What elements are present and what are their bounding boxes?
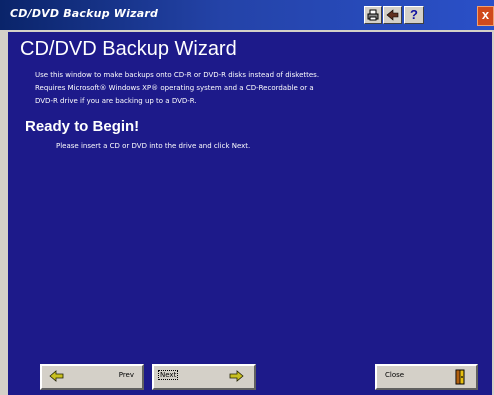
close-icon: x (481, 7, 490, 22)
prev-label: Prev (118, 371, 134, 379)
wizard-window: CD/DVD Backup Wizard ? x CD/DVD Backup W… (0, 0, 494, 395)
description-line: Requires Microsoft® Windows XP® operatin… (35, 84, 314, 92)
next-label: Next (158, 370, 179, 380)
title-bar[interactable]: CD/DVD Backup Wizard ? x (0, 0, 494, 30)
prev-button[interactable]: Prev (40, 364, 144, 390)
close-label: Close (385, 371, 405, 379)
next-button[interactable]: Next (152, 364, 256, 390)
instruction-text: Please insert a CD or DVD into the drive… (56, 142, 251, 150)
window-title: CD/DVD Backup Wizard (10, 7, 159, 20)
page-title: CD/DVD Backup Wizard (20, 38, 237, 60)
help-button[interactable]: ? (404, 6, 424, 24)
section-title: Ready to Begin! (25, 118, 140, 135)
exit-door-icon (455, 369, 465, 385)
wizard-content: CD/DVD Backup Wizard Use this window to … (8, 32, 492, 354)
description: Use this window to make backups onto CD-… (35, 69, 455, 108)
back-arrow-button[interactable] (383, 6, 402, 24)
help-icon: ? (410, 7, 418, 22)
next-arrow-icon (229, 370, 244, 382)
arrow-icon (386, 9, 399, 21)
print-button[interactable] (364, 6, 382, 24)
prev-arrow-icon (49, 370, 64, 382)
description-line: Use this window to make backups onto CD-… (35, 71, 320, 79)
print-icon (367, 9, 379, 21)
description-line: DVD-R drive if you are backing up to a D… (35, 97, 197, 105)
close-window-button[interactable]: x (477, 6, 494, 26)
close-button[interactable]: Close (375, 364, 478, 390)
